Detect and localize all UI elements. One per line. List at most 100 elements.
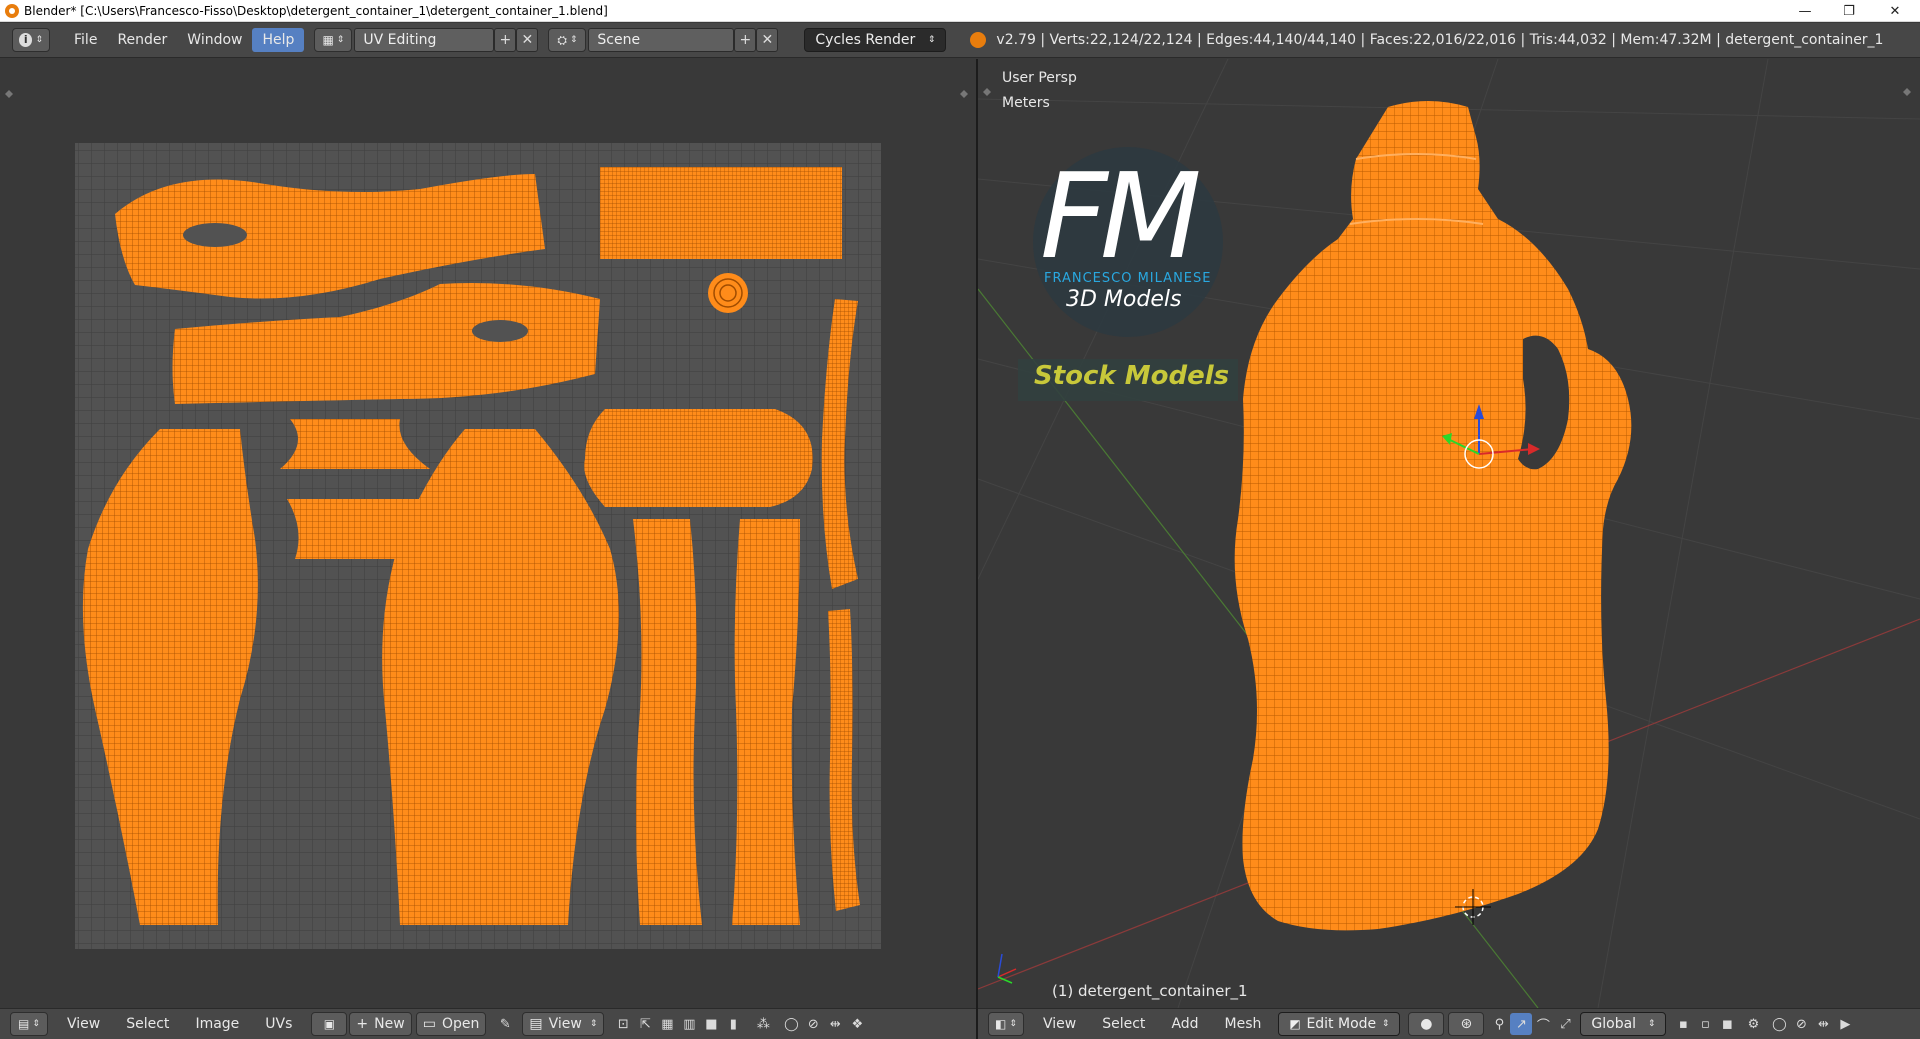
snap-icon[interactable]: ⊘	[1790, 1013, 1812, 1035]
close-icon: ✕	[521, 32, 534, 48]
uv-menu-uvs[interactable]: UVs	[252, 1016, 305, 1032]
view-mode-icon: ▤	[529, 1016, 543, 1032]
face-select-icon[interactable]: ◼	[1716, 1013, 1738, 1035]
remove-scene-button[interactable]: ✕	[756, 28, 779, 52]
face-select-icon[interactable]: ■	[700, 1013, 722, 1035]
view3d-menu-view[interactable]: View	[1030, 1016, 1089, 1032]
view-mode-label: View	[548, 1016, 582, 1032]
transform-orientation-dropdown[interactable]: Global ⇕	[1580, 1012, 1667, 1036]
updown-arrow-icon: ⇕	[336, 35, 345, 45]
menu-file[interactable]: File	[64, 28, 107, 52]
view-mode-dropdown[interactable]: ▤ View ⇕	[522, 1012, 605, 1036]
snap-icon[interactable]: ⊘	[802, 1013, 824, 1035]
uv-island[interactable]	[633, 519, 702, 925]
uv-editor-area[interactable]	[0, 59, 977, 1008]
uv-menu-view[interactable]: View	[54, 1016, 113, 1032]
vertex-select-icon[interactable]: ▦	[656, 1013, 678, 1035]
screen-layout-selector[interactable]: ▦ ⇕	[314, 28, 353, 52]
snap-element-icon[interactable]: ⇹	[1812, 1013, 1834, 1035]
add-layout-button[interactable]: +	[494, 28, 517, 52]
detergent-bottle-mesh[interactable]	[1234, 101, 1632, 931]
restore-button[interactable]: ❐	[1826, 0, 1872, 22]
updown-arrow-icon: ⇕	[1381, 1019, 1390, 1029]
updown-arrow-icon: ⇕	[589, 1019, 598, 1029]
window-titlebar: Blender* [C:\Users\Francesco-Fisso\Deskt…	[0, 0, 1920, 22]
info-icon: i	[19, 33, 33, 47]
editor-type-uv-button[interactable]: ▤ ⇕	[10, 1012, 48, 1036]
image-icon: ▣	[323, 1017, 336, 1031]
uv-island[interactable]	[708, 273, 748, 313]
view3d-menu-select[interactable]: Select	[1089, 1016, 1158, 1032]
manipulator-toggle-icon[interactable]: ⚲	[1488, 1013, 1510, 1035]
image-browse-button[interactable]: ▣	[311, 1012, 348, 1036]
proportional-edit-icon[interactable]: ◯	[1768, 1013, 1790, 1035]
uv-menu-image[interactable]: Image	[182, 1016, 252, 1032]
updown-arrow-icon: ⇕	[35, 35, 43, 45]
menu-window[interactable]: Window	[177, 28, 252, 52]
uv-menu-select[interactable]: Select	[113, 1016, 182, 1032]
snap-element-icon[interactable]: ⇹	[824, 1013, 846, 1035]
edge-select-icon[interactable]: ▫	[1694, 1013, 1716, 1035]
uv-island[interactable]	[287, 499, 430, 559]
editor-type-info-button[interactable]: i ⇕	[12, 28, 50, 52]
translate-manipulator-icon[interactable]: ↗	[1510, 1013, 1533, 1035]
new-image-label: New	[374, 1016, 405, 1032]
add-scene-button[interactable]: +	[734, 28, 757, 52]
scene-icon: ⛭	[557, 32, 567, 47]
open-image-button[interactable]: ▭ Open	[415, 1012, 487, 1036]
sticky-mode-icon[interactable]: ⁂	[752, 1013, 774, 1035]
uv-island[interactable]	[732, 519, 800, 925]
window-title: Blender* [C:\Users\Francesco-Fisso\Deskt…	[24, 3, 608, 18]
island-select-icon[interactable]: ▮	[722, 1013, 744, 1035]
3d-viewport-area[interactable]: User Persp Meters FM FRANCESCO MILANESE …	[978, 59, 1920, 1008]
menu-render[interactable]: Render	[107, 28, 177, 52]
view3d-menu-mesh[interactable]: Mesh	[1212, 1016, 1275, 1032]
uv-island[interactable]	[600, 167, 842, 259]
menu-help[interactable]: Help	[252, 28, 305, 52]
proportional-edit-icon[interactable]: ◯	[780, 1013, 802, 1035]
limit-selection-icon[interactable]: ⚙	[1742, 1013, 1764, 1035]
rotate-manipulator-icon[interactable]: ⌒	[1532, 1013, 1554, 1035]
pivot-icon: ⊛	[1460, 1016, 1473, 1032]
render-engine-dropdown[interactable]: Cycles Render ⇕	[804, 28, 947, 52]
close-button[interactable]: ✕	[1872, 0, 1918, 22]
sync-selection-icon[interactable]: ⇱	[634, 1013, 656, 1035]
remove-layout-button[interactable]: ✕	[516, 28, 539, 52]
uv-canvas[interactable]	[0, 59, 977, 1008]
new-image-button[interactable]: + New	[349, 1012, 412, 1036]
vertex-select-icon[interactable]: ▪	[1672, 1013, 1694, 1035]
mode-dropdown[interactable]: ◩ Edit Mode ⇕	[1278, 1012, 1401, 1036]
render-slot-icon[interactable]: ❖	[846, 1013, 868, 1035]
updown-arrow-icon: ⇕	[32, 1019, 40, 1029]
layout-name-field[interactable]: UV Editing	[354, 28, 495, 52]
object-label: (1) detergent_container_1	[1052, 982, 1248, 1000]
scene-name-field[interactable]: Scene	[588, 28, 735, 52]
layout-grid-icon: ▦	[322, 33, 334, 47]
editor-type-3d-button[interactable]: ◧ ⇕	[988, 1012, 1024, 1036]
close-icon: ✕	[761, 32, 774, 48]
scale-manipulator-icon[interactable]: ⤢	[1554, 1013, 1576, 1035]
scene-selector[interactable]: ⛭ ⇕	[548, 28, 587, 52]
edge-select-icon[interactable]: ▥	[678, 1013, 700, 1035]
orientation-label: Global	[1591, 1016, 1637, 1032]
info-header: i ⇕ File Render Window Help ▦ ⇕ UV Editi…	[0, 23, 1920, 58]
shading-sphere-icon: ●	[1420, 1016, 1433, 1032]
blender-logo-icon	[5, 3, 19, 18]
updown-arrow-icon: ⇕	[569, 35, 578, 45]
minimize-button[interactable]: —	[1782, 0, 1828, 22]
watermark-author: FRANCESCO MILANESE	[1044, 271, 1212, 286]
updown-arrow-icon: ⇕	[1647, 1019, 1656, 1029]
watermark-banner: Stock Models	[1034, 361, 1230, 391]
open-image-label: Open	[441, 1016, 480, 1032]
pin-icon[interactable]: ✎	[494, 1013, 516, 1035]
uv-island[interactable]	[584, 409, 813, 507]
axis-orientation-widget	[997, 953, 1017, 984]
mode-label: Edit Mode	[1306, 1016, 1377, 1032]
pivot-point-dropdown[interactable]: ⊛	[1448, 1012, 1485, 1036]
viewport-shading-dropdown[interactable]: ●	[1408, 1012, 1445, 1036]
pivot-icon[interactable]: ⊡	[612, 1013, 634, 1035]
plus-icon: +	[499, 32, 512, 48]
render-preview-icon[interactable]: ▶	[1834, 1013, 1856, 1035]
view3d-menu-add[interactable]: Add	[1158, 1016, 1211, 1032]
render-engine-label: Cycles Render	[815, 32, 916, 48]
